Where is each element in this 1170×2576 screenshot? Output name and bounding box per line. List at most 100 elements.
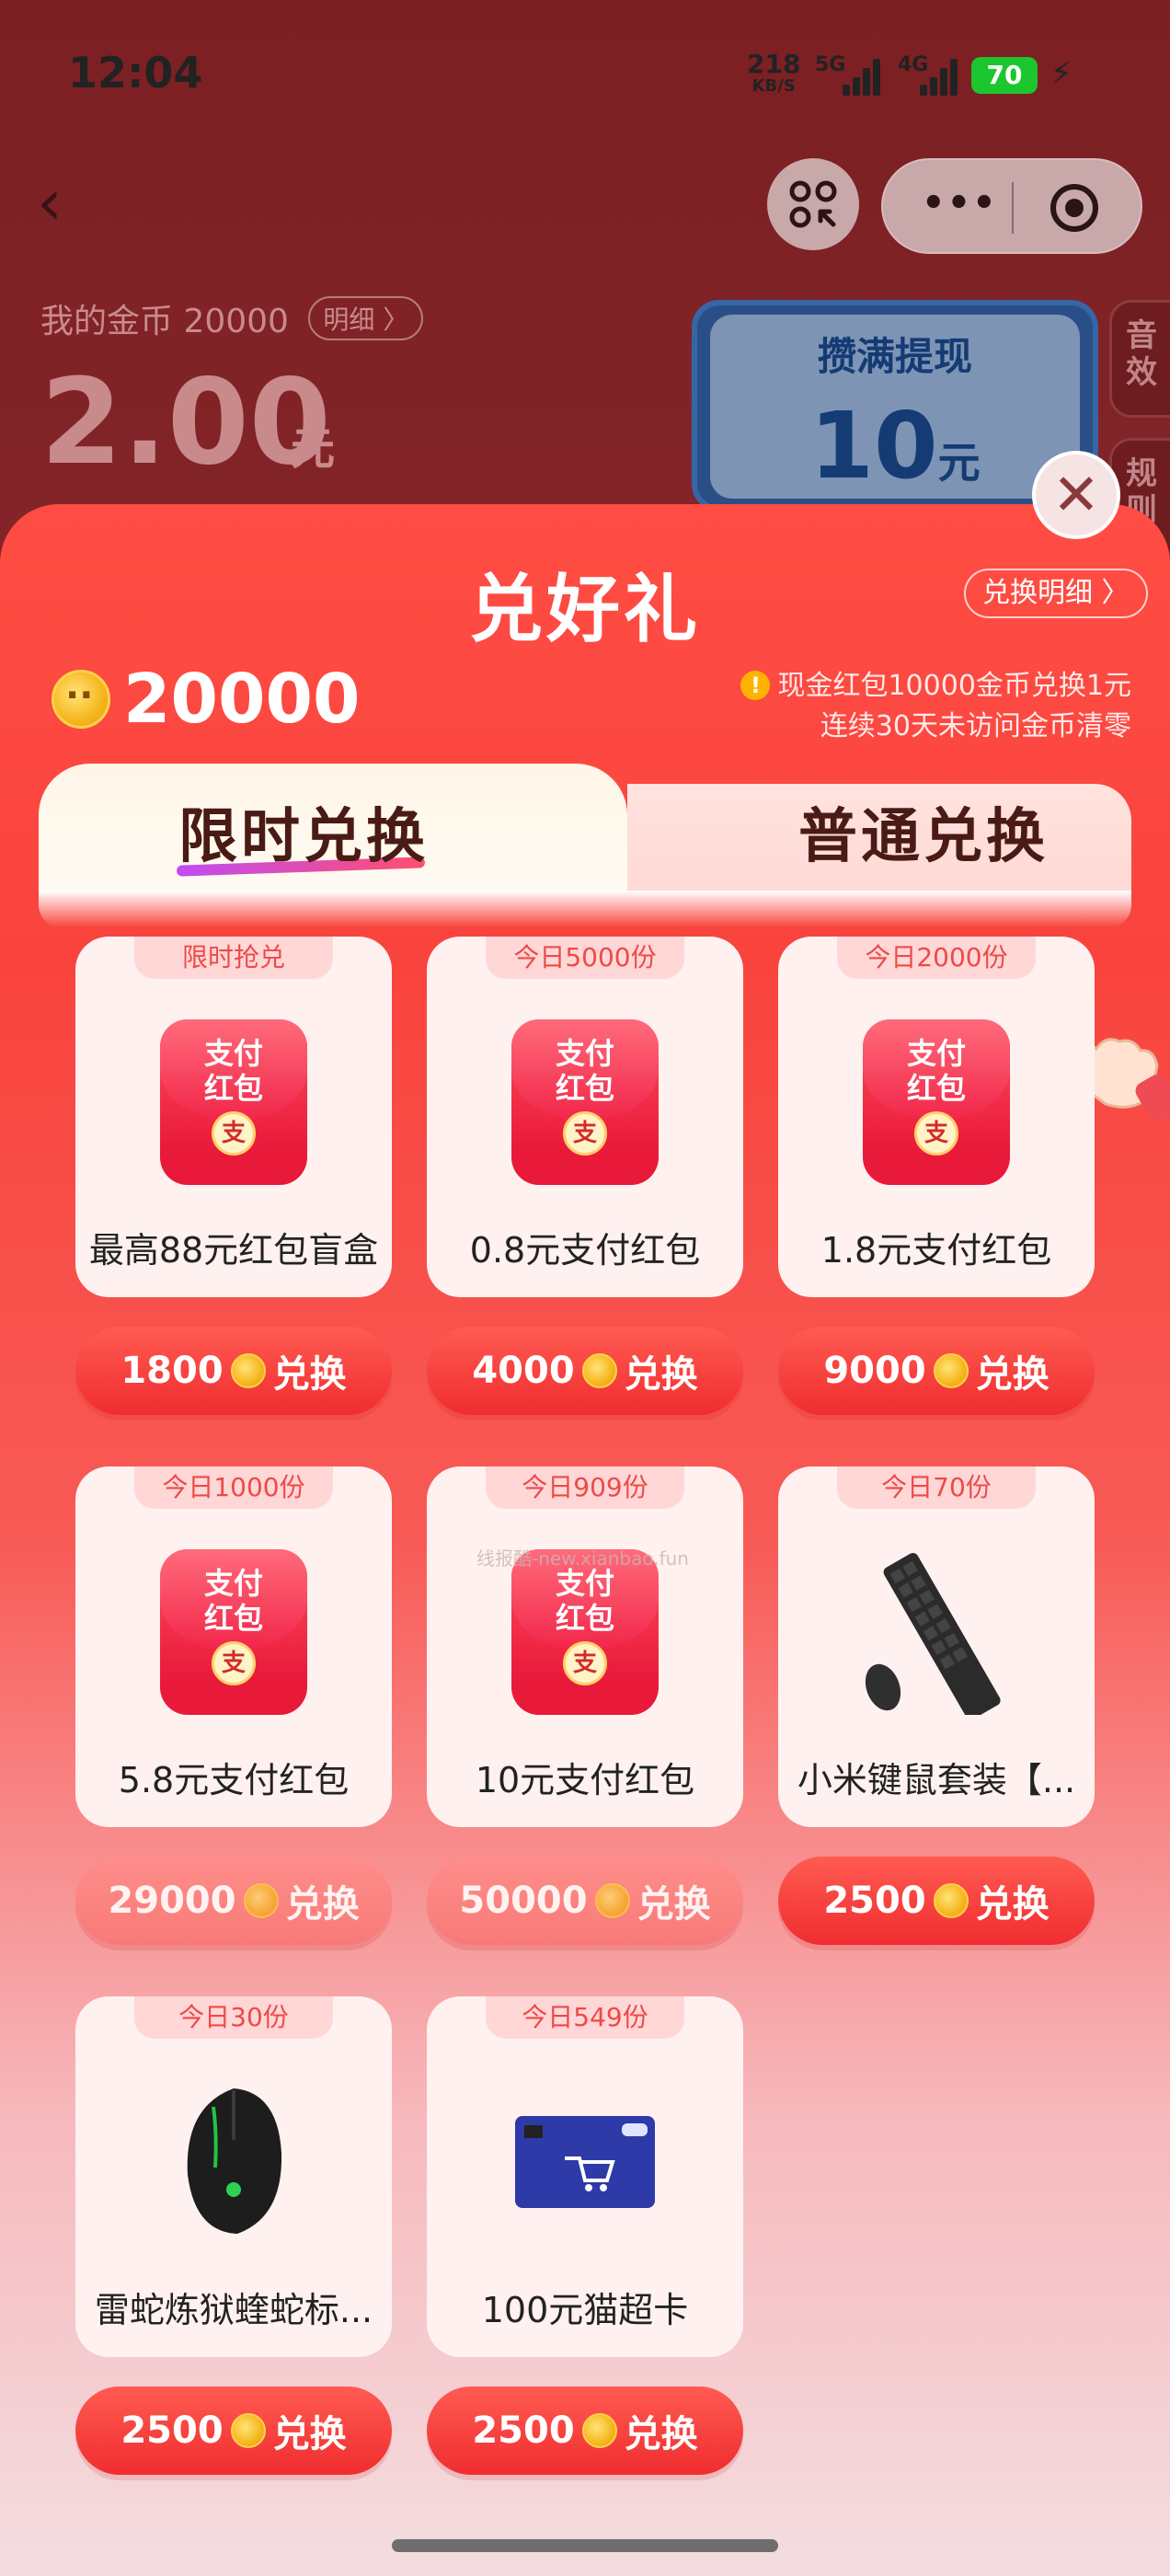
gift-name: 10元支付红包 [475, 1760, 695, 1800]
exchange-button[interactable]: 1800 兑换 [75, 1327, 392, 1415]
coin-icon [933, 1353, 969, 1388]
coin-icon [52, 670, 110, 729]
gift-card[interactable]: 今日909份 支付 红包支 10元支付红包 [427, 1466, 743, 1827]
warning-icon: ! [740, 671, 771, 700]
packet-text: 支付 红包 [203, 1036, 263, 1106]
tab-normal-exchange-label: 普通兑换 [798, 803, 1049, 871]
gift-card[interactable]: 今日30份 雷蛇炼狱蝰蛇标... [75, 1996, 392, 2357]
packet-text: 支付 红包 [555, 1036, 614, 1106]
price-value: 2500 [823, 1880, 926, 1922]
coin-icon [933, 1883, 969, 1918]
red-packet-icon: 支付 红包支 [511, 1019, 659, 1185]
gift-name: 100元猫超卡 [481, 2290, 689, 2330]
price-value: 9000 [823, 1350, 926, 1392]
network-speed: 218 KB/S [747, 52, 800, 96]
gift-card[interactable]: 限时抢兑 支付 红包支 最高88元红包盲盒 [75, 937, 392, 1297]
gift-badge: 今日549份 [486, 1996, 684, 2039]
exchange-button[interactable]: 2500 兑换 [778, 1857, 1095, 1945]
coin-icon [230, 1353, 266, 1388]
coin-icon [581, 1353, 617, 1388]
red-packet-icon: 支付 红包支 [160, 1019, 307, 1185]
coins-detail-label: 明细 [323, 305, 375, 335]
more-icon[interactable]: ••• [922, 182, 998, 224]
gift-name: 0.8元支付红包 [469, 1230, 701, 1271]
close-modal-button[interactable]: ✕ [1032, 451, 1120, 539]
red-packet-icon: 支付 红包支 [511, 1549, 659, 1715]
tab-limited-exchange[interactable]: 限时兑换 [39, 764, 627, 892]
notice-line-2: 连续30天未访问金币清零 [820, 710, 1131, 742]
exchange-button-disabled[interactable]: 29000 兑换 [75, 1857, 392, 1945]
gift-card[interactable]: 今日70份 小米键鼠套装【... [778, 1466, 1095, 1827]
scan-icon[interactable] [767, 158, 859, 250]
exchange-button-disabled[interactable]: 50000 兑换 [427, 1857, 743, 1945]
back-icon[interactable]: ‹ [37, 166, 92, 239]
withdraw-value-number: 10 [809, 392, 938, 500]
packet-text: 支付 红包 [555, 1566, 614, 1636]
tab-normal-exchange[interactable]: 普通兑换 [627, 784, 1131, 892]
gift-name: 最高88元红包盲盒 [88, 1230, 379, 1271]
packet-text: 支付 红包 [203, 1566, 263, 1636]
price-value: 2500 [120, 2409, 224, 2452]
exchange-label: 兑换 [285, 1883, 360, 1926]
gaming-mouse-icon [187, 2088, 282, 2234]
coins-detail-link[interactable]: 明细 〉 [308, 296, 424, 340]
signal-bars-icon [920, 55, 960, 96]
exchange-label: 兑换 [975, 1353, 1050, 1396]
gift-badge: 今日5000份 [486, 937, 684, 979]
close-miniprogram-icon[interactable] [1050, 184, 1098, 232]
signal-5g-label: 5G [815, 53, 846, 76]
gift-badge: 今日909份 [486, 1466, 684, 1509]
gift-card[interactable]: 今日5000份 支付 红包支 0.8元支付红包 [427, 937, 743, 1297]
price-value: 50000 [459, 1880, 588, 1922]
exchange-tabs: 普通兑换 限时兑换 [39, 764, 1170, 1121]
notice-line-1: 现金红包10000金币兑换1元 [777, 670, 1131, 702]
coin-icon [594, 1883, 630, 1918]
exchange-gift-modal: 兑好礼 兑换明细 〉 20000 !现金红包10000金币兑换1元 连续30天未… [0, 504, 1170, 2576]
charging-icon: ⚡ [1050, 55, 1072, 92]
price-value: 1800 [120, 1350, 224, 1392]
exchange-label: 兑换 [975, 1883, 1050, 1926]
withdraw-title: 攒满提现 [817, 334, 972, 379]
gift-card[interactable]: 今日549份 100元猫超卡 [427, 1996, 743, 2357]
gift-name: 5.8元支付红包 [118, 1760, 350, 1800]
exchange-detail-link[interactable]: 兑换明细 〉 [964, 569, 1148, 618]
exchange-label: 兑换 [624, 1353, 698, 1396]
gift-badge: 今日70份 [837, 1466, 1036, 1509]
red-packet-icon: 支付 红包支 [160, 1549, 307, 1715]
gift-card[interactable]: 今日1000份 支付 红包支 5.8元支付红包 [75, 1466, 392, 1827]
battery-icon: 70 [971, 57, 1038, 94]
exchange-label: 兑换 [624, 2413, 698, 2455]
miniprogram-capsule: ••• [881, 158, 1142, 254]
tab-limited-exchange-label: 限时兑换 [178, 803, 429, 871]
close-icon: ✕ [1052, 461, 1100, 528]
coin-balance: 20000 [52, 660, 361, 739]
exchange-label: 兑换 [637, 1883, 711, 1926]
net-speed-unit: KB/S [751, 76, 796, 96]
sound-effect-tab[interactable]: 音效 [1109, 300, 1170, 418]
red-packet-icon: 支付 红包支 [863, 1019, 1010, 1185]
home-indicator[interactable] [392, 2539, 778, 2552]
coin-icon [243, 1883, 279, 1918]
exchange-button[interactable]: 4000 兑换 [427, 1327, 743, 1415]
watermark: 线报酷-new.xianbao.fun [476, 1547, 689, 1570]
gift-badge: 今日30份 [134, 1996, 333, 2039]
exchange-button[interactable]: 2500 兑换 [427, 2386, 743, 2475]
capsule-divider [1012, 182, 1014, 234]
my-coins-label: 我的金币 20000 [40, 303, 289, 340]
keyboard-mouse-icon [865, 1552, 1001, 1715]
price-value: 4000 [472, 1350, 575, 1392]
net-speed-value: 218 [747, 49, 801, 79]
coin-icon [581, 2413, 617, 2448]
gift-card[interactable]: 今日2000份 支付 红包支 1.8元支付红包 [778, 937, 1095, 1297]
tab-content-top [39, 891, 1131, 927]
packet-text: 支付 红包 [906, 1036, 966, 1106]
price-value: 29000 [108, 1880, 236, 1922]
coin-balance-value: 20000 [123, 660, 361, 739]
price-value: 2500 [472, 2409, 575, 2452]
balance-amount: 2.00 [40, 354, 331, 491]
exchange-button[interactable]: 2500 兑换 [75, 2386, 392, 2475]
exchange-button[interactable]: 9000 兑换 [778, 1327, 1095, 1415]
gift-name: 雷蛇炼狱蝰蛇标... [94, 2290, 373, 2330]
signal-bars-icon [843, 55, 883, 96]
exchange-label: 兑换 [272, 2413, 347, 2455]
